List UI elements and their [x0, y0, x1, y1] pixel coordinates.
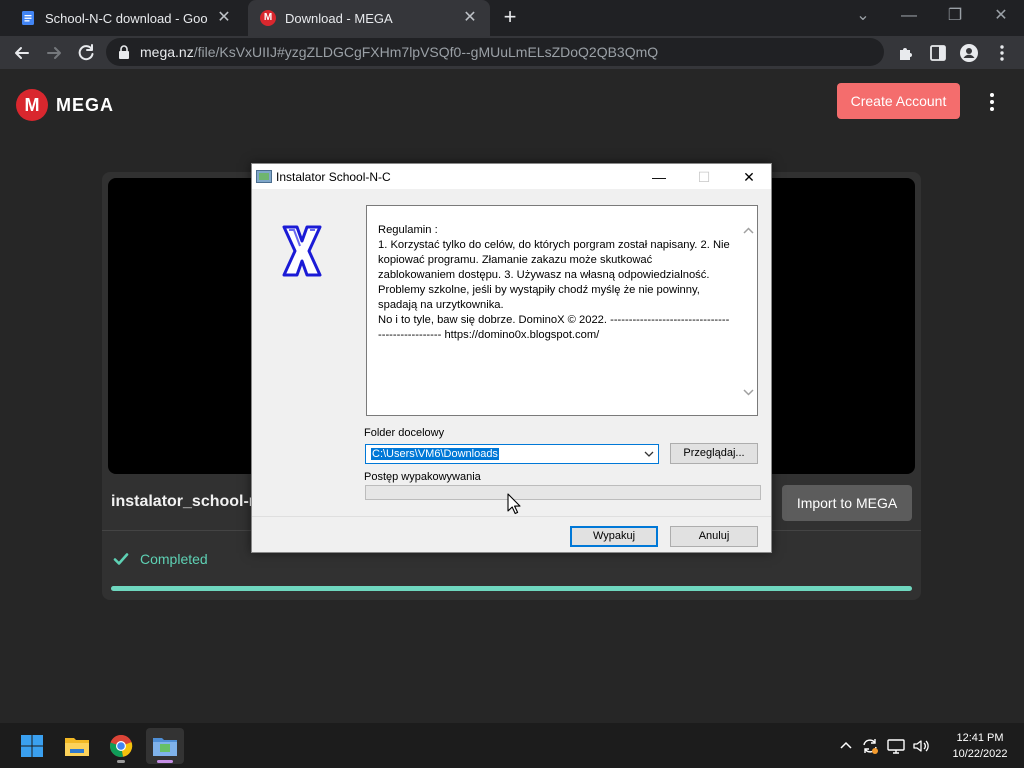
folder-value: C:\Users\VM6\Downloads	[371, 448, 499, 460]
file-name: instalator_school-n-	[111, 493, 264, 510]
volume-icon[interactable]	[911, 736, 931, 756]
mega-logo-text: MEGA	[56, 94, 114, 115]
close-tab-icon[interactable]: ✕	[214, 8, 234, 28]
mega-logo[interactable]: M MEGA	[16, 89, 114, 121]
back-arrow-icon	[15, 47, 29, 59]
terms-text: Regulamin : 1. Korzystać tylko do celów,…	[378, 224, 730, 341]
file-explorer-icon[interactable]	[58, 728, 96, 764]
chevron-up-icon[interactable]	[836, 736, 856, 756]
dialog-close-button[interactable]: ✕	[734, 166, 764, 188]
dialog-maximize-button: ☐	[697, 169, 711, 185]
extract-progress-bar	[365, 485, 761, 500]
installer-app-icon	[256, 170, 272, 183]
terms-textbox[interactable]: Regulamin : 1. Korzystać tylko do celów,…	[366, 205, 758, 416]
back-button[interactable]	[9, 40, 35, 66]
browser-tab-bar: School-N-C download - Google ✕ M Downloa…	[0, 0, 1024, 36]
url-text: mega.nz/file/KsVxUIIJ#yzgZLDGCgFXHm7lpVS…	[140, 44, 658, 60]
browse-button[interactable]: Przeglądaj...	[670, 443, 758, 464]
dialog-title: Instalator School-N-C	[276, 170, 391, 184]
extensions-puzzle-icon[interactable]	[895, 42, 917, 64]
status-text: Completed	[140, 551, 208, 567]
url-path: /file/KsVxUIIJ#yzgZLDGCgFXHm7lpVSQf0--gM…	[193, 44, 659, 60]
system-clock[interactable]: 12:41 PM 10/22/2022	[942, 730, 1018, 762]
import-to-mega-button[interactable]: Import to MEGA	[782, 485, 912, 521]
google-docs-icon	[20, 10, 36, 26]
download-progress-bar	[111, 586, 912, 591]
reload-button[interactable]	[73, 40, 99, 66]
mega-logo-badge: M	[16, 89, 48, 121]
windows-taskbar: 12:41 PM 10/22/2022	[0, 723, 1024, 768]
folder-label: Folder docelowy	[364, 427, 445, 439]
running-indicator	[157, 760, 173, 763]
close-window-button[interactable]: ✕	[986, 4, 1016, 28]
tab-title: School-N-C download - Google	[45, 10, 208, 26]
forward-button[interactable]	[41, 40, 67, 66]
download-progress-fill	[111, 586, 912, 591]
chrome-menu-icon[interactable]	[991, 42, 1013, 64]
checkmark-icon	[113, 553, 129, 565]
lock-icon[interactable]	[118, 44, 130, 65]
tab-title: Download - MEGA	[285, 10, 393, 26]
restore-button[interactable]: ❐	[940, 4, 970, 28]
terms-scrollbar[interactable]	[740, 206, 757, 415]
close-tab-icon[interactable]: ✕	[460, 8, 480, 28]
extract-button[interactable]: Wypakuj	[570, 526, 658, 547]
divider	[252, 516, 771, 517]
tab-search-chevron-icon[interactable]: ⌄	[848, 4, 878, 28]
progress-label: Postęp wypakowywania	[364, 471, 481, 483]
mega-icon: M	[260, 10, 276, 26]
new-tab-button[interactable]: +	[498, 6, 522, 30]
tab-school-n-c-download[interactable]: School-N-C download - Google ✕	[8, 0, 244, 36]
network-icon[interactable]	[886, 736, 906, 756]
windows-start-icon[interactable]	[13, 728, 51, 764]
download-status: Completed	[112, 550, 208, 568]
url-host: mega.nz	[140, 44, 194, 60]
clock-date: 10/22/2022	[952, 748, 1008, 760]
chevron-down-icon	[644, 451, 654, 457]
cancel-button[interactable]: Anuluj	[670, 526, 758, 547]
more-menu-icon[interactable]	[984, 91, 1000, 113]
sync-update-icon[interactable]	[860, 736, 880, 756]
running-indicator	[117, 760, 125, 763]
dialog-title-bar[interactable]: Instalator School-N-C — ☐ ✕	[252, 164, 771, 189]
tab-download-mega[interactable]: M Download - MEGA ✕	[248, 0, 490, 36]
minimize-button[interactable]: —	[894, 4, 924, 28]
clock-time: 12:41 PM	[956, 732, 1004, 744]
side-panel-icon[interactable]	[927, 42, 949, 64]
mouse-cursor-icon	[507, 493, 521, 515]
chrome-icon[interactable]	[102, 728, 140, 764]
dominox-x-logo	[282, 225, 322, 277]
installer-icon[interactable]	[146, 728, 184, 764]
reload-icon	[78, 44, 94, 61]
forward-arrow-icon	[47, 47, 61, 59]
profile-avatar-icon[interactable]	[958, 42, 980, 64]
address-bar[interactable]: mega.nz/file/KsVxUIIJ#yzgZLDGCgFXHm7lpVS…	[106, 38, 884, 66]
create-account-button[interactable]: Create Account	[837, 83, 960, 119]
destination-folder-combobox[interactable]: C:\Users\VM6\Downloads	[365, 444, 659, 464]
dialog-minimize-button[interactable]: —	[644, 166, 674, 188]
